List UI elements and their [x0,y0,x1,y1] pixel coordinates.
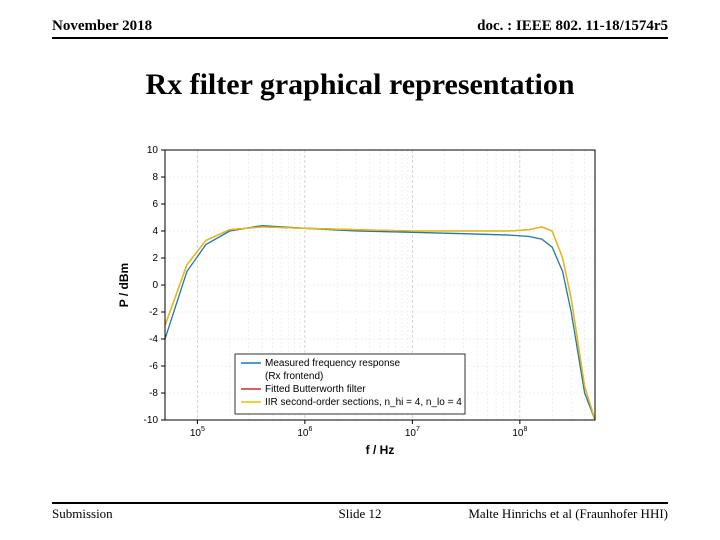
svg-text:-2: -2 [149,307,158,318]
svg-text:107: 107 [405,426,420,439]
svg-text:f / Hz: f / Hz [366,443,395,457]
svg-text:4: 4 [152,226,158,237]
svg-text:106: 106 [297,426,312,439]
svg-text:P / dBm: P / dBm [117,263,131,307]
footer-center: Slide 12 [52,506,668,522]
svg-text:2: 2 [152,253,158,264]
svg-text:Fitted Butterworth filter: Fitted Butterworth filter [265,384,366,395]
slide-title: Rx filter graphical representation [0,68,720,102]
svg-text:-6: -6 [149,361,158,372]
chart: 105 106 107 108 -10 -8 -6 -4 -2 0 2 4 6 8 10 f / Hz P / … [110,140,610,460]
svg-text:Measured frequency response: Measured frequency response [265,358,401,369]
svg-text:(Rx frontend): (Rx frontend) [265,371,323,382]
svg-text:0: 0 [152,280,158,291]
header: November 2018 doc. : IEEE 802. 11-18/157… [52,18,668,39]
svg-text:-4: -4 [149,334,158,345]
header-docref: doc. : IEEE 802. 11-18/1574r5 [477,18,668,35]
header-date: November 2018 [52,18,152,35]
footer: Submission Slide 12 Malte Hinrichs et al… [52,502,668,522]
svg-text:-8: -8 [149,388,158,399]
chart-svg: 105 106 107 108 -10 -8 -6 -4 -2 0 2 4 6 8 10 f / Hz P / … [110,140,610,460]
slide: November 2018 doc. : IEEE 802. 11-18/157… [0,0,720,540]
svg-text:IIR second-order sections, n_h: IIR second-order sections, n_hi = 4, n_l… [265,397,462,408]
svg-text:108: 108 [512,426,527,439]
svg-text:6: 6 [152,199,158,210]
svg-text:105: 105 [190,426,205,439]
svg-text:10: 10 [147,145,159,156]
svg-text:-10: -10 [144,415,159,426]
svg-text:8: 8 [152,172,158,183]
